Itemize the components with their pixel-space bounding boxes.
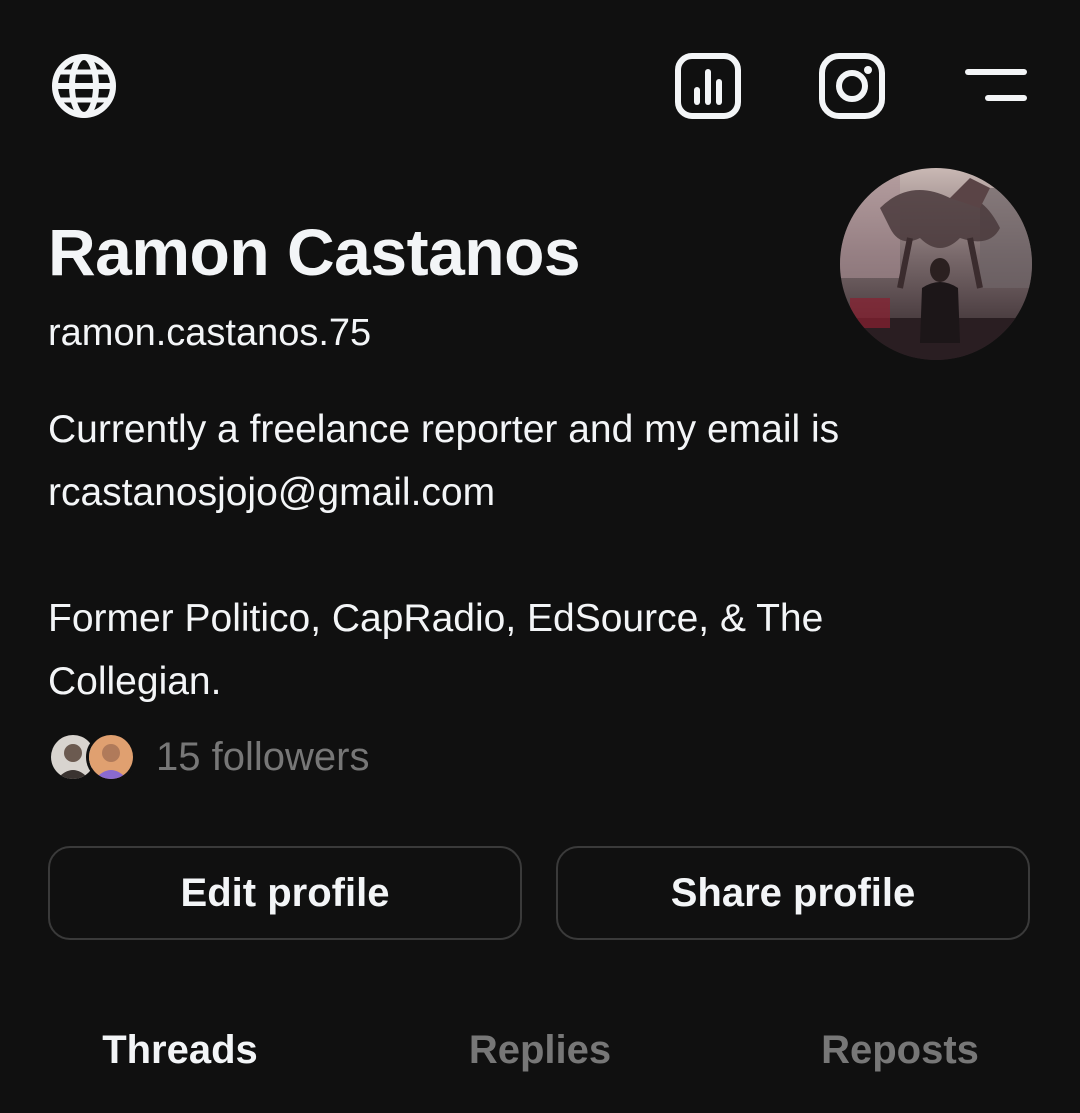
bio-line: Currently a freelance reporter and my em… [48, 408, 840, 451]
insights-icon[interactable] [674, 52, 742, 120]
avatar[interactable] [840, 168, 1032, 360]
bio-line: Former Politico, CapRadio, EdSource, & T… [48, 597, 824, 640]
profile-name: Ramon Castanos [48, 215, 581, 289]
followers-count: 15 followers [156, 734, 370, 779]
profile-tabs: Threads Replies Reposts [0, 1010, 1080, 1113]
bio-spacer [48, 524, 1008, 587]
top-bar [0, 0, 1080, 170]
profile-bio: Currently a freelance reporter and my em… [48, 398, 1008, 713]
profile-handle: ramon.castanos.75 [48, 312, 372, 354]
menu-icon[interactable] [962, 62, 1030, 110]
followers-link[interactable]: 15 followers [48, 730, 369, 784]
edit-profile-button[interactable]: Edit profile [48, 846, 522, 940]
bio-email-link[interactable]: rcastanosjojo@gmail.com [48, 461, 1008, 524]
tab-reposts[interactable]: Reposts [720, 1028, 1080, 1073]
bio-line: Collegian. [48, 660, 222, 703]
instagram-icon[interactable] [818, 52, 886, 120]
share-profile-button[interactable]: Share profile [556, 846, 1030, 940]
follower-avatar [86, 732, 136, 782]
tab-replies[interactable]: Replies [360, 1028, 720, 1073]
tab-threads[interactable]: Threads [0, 1028, 360, 1073]
globe-icon[interactable] [50, 52, 118, 120]
